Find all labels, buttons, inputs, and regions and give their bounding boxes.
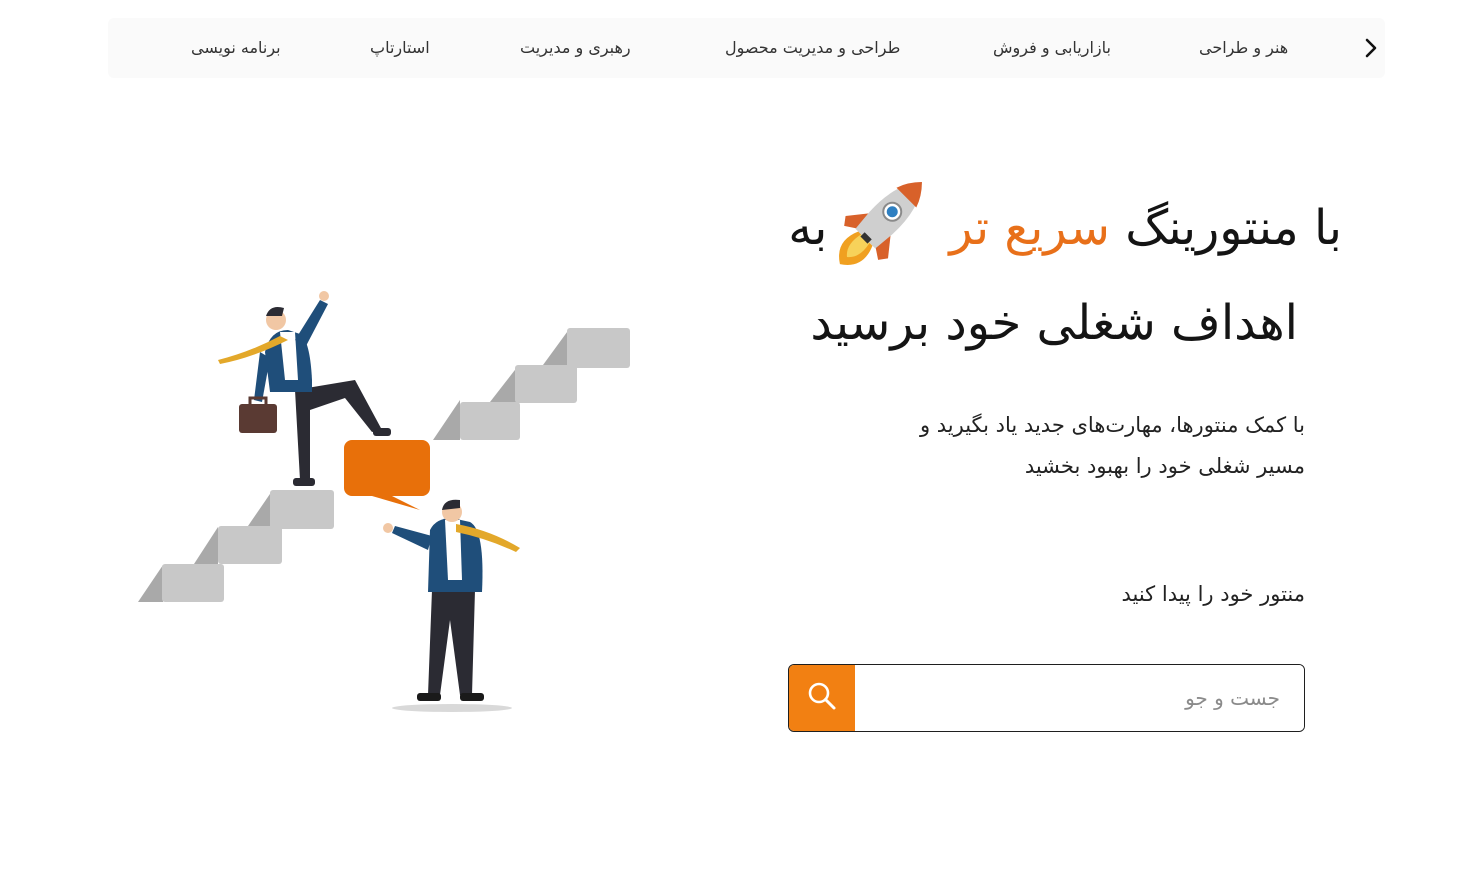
hero-subtitle-line1: با کمک منتورها، مهارت‌های جدید یاد بگیری… (919, 413, 1305, 437)
search-box (788, 664, 1305, 732)
category-art-design[interactable]: هنر و طراحی (1199, 18, 1288, 78)
category-marketing-sales[interactable]: بازاریابی و فروش (993, 18, 1111, 78)
rocket-icon (833, 161, 943, 271)
category-programming[interactable]: برنامه نویسی (191, 18, 281, 78)
hero-illustration (130, 280, 640, 720)
category-leadership[interactable]: رهبری و مدیریت (520, 18, 631, 78)
stairs-lower (138, 490, 334, 602)
category-startup[interactable]: استارتاپ (370, 18, 430, 78)
hero-title-part1: با منتورینگ (1125, 200, 1342, 256)
standing-man (383, 499, 520, 712)
hero-title-line1: با منتورینگ سریع تر به (622, 182, 1342, 268)
hero-title-part2: به (788, 200, 828, 256)
search-button[interactable] (789, 665, 855, 731)
stairs-upper (433, 328, 630, 440)
hero-subtitle-line2: مسیر شغلی خود را بهبود بخشید (1024, 454, 1305, 478)
category-bar: هنر و طراحی بازاریابی و فروش طراحی و مدی… (108, 18, 1385, 78)
search-icon (806, 680, 838, 716)
find-mentor-label: منتور خود را پیدا کنید (1121, 582, 1305, 606)
hero-title-accent: سریع تر (949, 200, 1111, 256)
category-product-design[interactable]: طراحی و مدیریت محصول (725, 18, 900, 78)
hero-subtitle: با کمک منتورها، مهارت‌های جدید یاد بگیری… (745, 405, 1305, 487)
search-input[interactable] (855, 665, 1304, 731)
hero-title-line2: اهداف شغلی خود برسید (810, 295, 1298, 351)
chevron-right-icon[interactable] (1356, 33, 1386, 63)
